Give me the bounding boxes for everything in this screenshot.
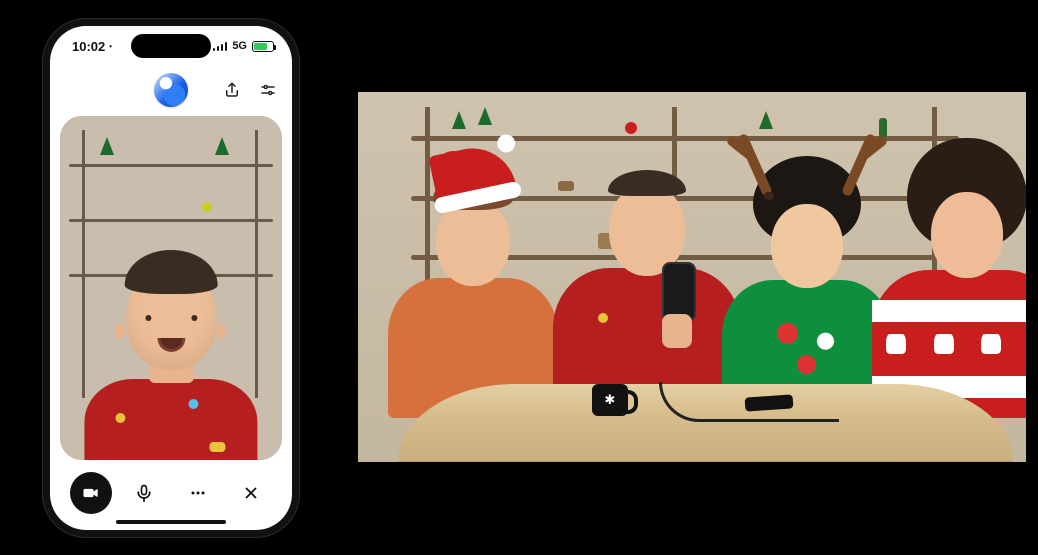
microphone-button[interactable] [123, 472, 165, 514]
battery-fill [254, 43, 267, 50]
person-self-view [84, 259, 257, 460]
app-top-bar [50, 66, 292, 114]
more-options-button[interactable] [177, 472, 219, 514]
mug-logo-icon: ✱ [592, 384, 628, 416]
held-phone-icon [662, 262, 696, 322]
call-control-bar [50, 466, 292, 518]
black-mug-icon: ✱ [592, 384, 628, 416]
person-red-sweater-holding-phone [552, 158, 742, 418]
share-icon[interactable] [222, 80, 242, 100]
iphone-device-frame: 10:02 ⸱ 5G [42, 18, 300, 538]
status-time: 10:02 ⸱ [72, 37, 112, 55]
battery-icon [252, 41, 274, 52]
front-camera-feed[interactable] [60, 116, 282, 460]
phone-screen: 10:02 ⸱ 5G [50, 26, 292, 530]
home-indicator[interactable] [116, 520, 226, 524]
video-preview-area [50, 114, 292, 466]
reindeer-antlers-icon [732, 118, 882, 198]
studio-camera-feed: ✱ [358, 92, 1026, 462]
cellular-signal-icon [213, 41, 228, 51]
network-type-label: 5G [232, 40, 247, 52]
assistant-avatar-icon[interactable] [154, 73, 188, 107]
dynamic-island [131, 34, 211, 58]
person-orange-sweater [385, 178, 561, 418]
close-button[interactable] [230, 472, 272, 514]
sliders-icon[interactable] [258, 80, 278, 100]
person-santa-pattern-sweater [872, 168, 1026, 418]
video-toggle-button[interactable] [70, 472, 112, 514]
